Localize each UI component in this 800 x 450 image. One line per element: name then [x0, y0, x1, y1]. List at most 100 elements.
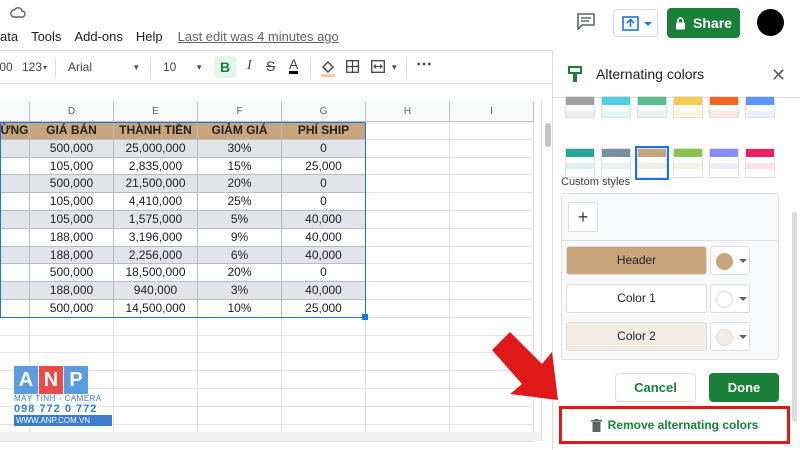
- empty-cell[interactable]: [450, 228, 534, 247]
- table-cell[interactable]: 25,000: [282, 300, 366, 318]
- table-cell[interactable]: 188,000: [30, 246, 114, 265]
- empty-cell[interactable]: [198, 406, 282, 425]
- empty-cell[interactable]: [450, 264, 534, 283]
- bold-button[interactable]: B: [214, 56, 236, 78]
- table-cell[interactable]: 30%: [198, 139, 282, 158]
- table-cell[interactable]: 5%: [198, 211, 282, 229]
- table-cell[interactable]: 40,000: [282, 282, 366, 300]
- preset-style-swatch[interactable]: [745, 96, 775, 118]
- empty-cell[interactable]: [450, 282, 534, 300]
- table-cell[interactable]: 21,500,000: [114, 175, 198, 194]
- fill-handle[interactable]: [362, 314, 368, 320]
- present-button[interactable]: [613, 9, 658, 37]
- empty-cell[interactable]: [366, 389, 450, 407]
- empty-cell[interactable]: [282, 371, 366, 389]
- empty-cell[interactable]: [114, 317, 198, 336]
- menu-data[interactable]: ata: [0, 29, 18, 44]
- preset-style-swatch[interactable]: [601, 148, 631, 178]
- number-format-button[interactable]: 123: [22, 60, 42, 74]
- empty-cell[interactable]: [114, 353, 198, 372]
- table-cell[interactable]: [0, 139, 30, 158]
- table-header-cell[interactable]: GIÁ BÁN: [30, 122, 114, 140]
- add-style-button[interactable]: +: [568, 202, 598, 232]
- column-header[interactable]: H: [366, 101, 450, 122]
- table-cell[interactable]: 9%: [198, 228, 282, 247]
- empty-cell[interactable]: [366, 282, 450, 300]
- empty-cell[interactable]: [450, 246, 534, 265]
- menu-help[interactable]: Help: [136, 29, 163, 44]
- empty-cell[interactable]: [366, 300, 450, 318]
- fill-color-icon[interactable]: [320, 58, 336, 78]
- empty-cell[interactable]: [450, 211, 534, 229]
- table-cell[interactable]: 25,000: [282, 157, 366, 176]
- scroll-thumb[interactable]: [545, 123, 551, 147]
- header-color-picker[interactable]: [710, 246, 750, 275]
- table-cell[interactable]: [0, 228, 30, 247]
- empty-cell[interactable]: [114, 335, 198, 354]
- preset-style-swatch[interactable]: [709, 148, 739, 178]
- empty-cell[interactable]: [30, 317, 114, 336]
- table-cell[interactable]: 25%: [198, 193, 282, 211]
- table-cell[interactable]: 0: [282, 175, 366, 194]
- empty-cell[interactable]: [282, 389, 366, 407]
- done-button[interactable]: Done: [709, 373, 779, 402]
- table-cell[interactable]: 0: [282, 139, 366, 158]
- empty-cell[interactable]: [450, 175, 534, 194]
- table-cell[interactable]: [0, 211, 30, 229]
- table-cell[interactable]: 40,000: [282, 246, 366, 265]
- table-header-cell[interactable]: ỪNG: [0, 122, 30, 140]
- italic-icon[interactable]: I: [247, 58, 252, 74]
- empty-cell[interactable]: [366, 246, 450, 265]
- table-cell[interactable]: 0: [282, 193, 366, 211]
- column-header-c[interactable]: [0, 101, 30, 122]
- table-cell[interactable]: [0, 157, 30, 176]
- panel-scrollbar[interactable]: [792, 212, 797, 422]
- table-cell[interactable]: 40,000: [282, 228, 366, 247]
- preset-style-swatch[interactable]: [635, 146, 669, 180]
- table-cell[interactable]: [0, 193, 30, 211]
- empty-cell[interactable]: [0, 335, 30, 354]
- comment-history-icon[interactable]: [576, 12, 596, 30]
- empty-cell[interactable]: [366, 175, 450, 194]
- preset-style-swatch[interactable]: [637, 96, 667, 118]
- empty-cell[interactable]: [366, 317, 450, 336]
- last-edit-link[interactable]: Last edit was 4 minutes ago: [178, 29, 339, 44]
- table-cell[interactable]: 10%: [198, 300, 282, 318]
- table-cell[interactable]: 25,000,000: [114, 139, 198, 158]
- empty-cell[interactable]: [282, 317, 366, 336]
- header-style-button[interactable]: Header: [566, 246, 707, 275]
- empty-cell[interactable]: [366, 139, 450, 158]
- preset-style-swatch[interactable]: [673, 96, 703, 118]
- table-header-cell[interactable]: THÀNH TIỀN: [114, 122, 198, 140]
- empty-cell[interactable]: [114, 371, 198, 389]
- empty-cell[interactable]: [366, 211, 450, 229]
- table-cell[interactable]: 15%: [198, 157, 282, 176]
- empty-cell[interactable]: [450, 139, 534, 158]
- avatar[interactable]: [757, 9, 784, 36]
- table-cell[interactable]: 500,000: [30, 175, 114, 194]
- table-cell[interactable]: 6%: [198, 246, 282, 265]
- empty-cell[interactable]: [114, 406, 198, 425]
- empty-cell[interactable]: [366, 122, 450, 140]
- empty-cell[interactable]: [366, 371, 450, 389]
- preset-style-swatch[interactable]: [565, 148, 595, 178]
- table-cell[interactable]: 18,500,000: [114, 264, 198, 283]
- font-size-select[interactable]: 10: [163, 60, 176, 74]
- table-cell[interactable]: 20%: [198, 264, 282, 283]
- color1-picker[interactable]: [710, 284, 750, 313]
- empty-cell[interactable]: [114, 389, 198, 407]
- table-cell[interactable]: 105,000: [30, 157, 114, 176]
- table-cell[interactable]: 188,000: [30, 282, 114, 300]
- column-header[interactable]: G: [282, 101, 366, 122]
- merge-cells-icon[interactable]: [371, 60, 385, 73]
- table-cell[interactable]: 500,000: [30, 300, 114, 318]
- empty-cell[interactable]: [0, 317, 30, 336]
- share-button[interactable]: Share: [667, 8, 740, 38]
- empty-cell[interactable]: [366, 193, 450, 211]
- borders-icon[interactable]: [346, 60, 359, 73]
- table-cell[interactable]: 188,000: [30, 228, 114, 247]
- empty-cell[interactable]: [198, 353, 282, 372]
- empty-cell[interactable]: [366, 157, 450, 176]
- table-cell[interactable]: 105,000: [30, 193, 114, 211]
- empty-cell[interactable]: [366, 264, 450, 283]
